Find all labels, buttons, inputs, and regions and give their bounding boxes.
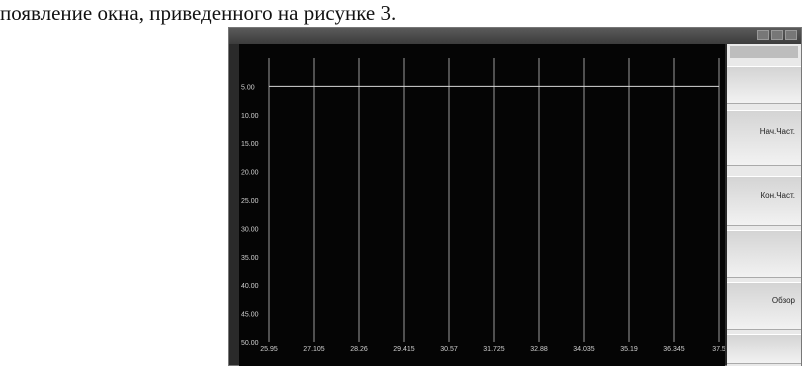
close-button[interactable] [785,30,797,40]
softkey-button[interactable]: Обзор [727,282,801,330]
softkey-label: Обзор [771,296,795,305]
y-tick-label: 30.00 [241,226,259,233]
softkey-button[interactable]: Кон.Част. [727,176,801,226]
sidebar-header [730,46,798,58]
softkey-label: Кон.Част. [760,191,795,200]
y-tick-label: 10.00 [241,113,259,120]
x-tick-label: 37.5 [712,346,725,353]
x-tick-label: 30.57 [440,346,458,353]
spectrum-plot[interactable]: 25.95 27.105 28.26 29.415 30.57 31.725 32.88 34… [239,44,725,366]
y-tick-label: 40.00 [241,283,259,290]
minimize-button[interactable] [757,30,769,40]
x-tick-label: 25.95 [260,346,278,353]
document-caption: появление окна, приведенного на рисунке … [0,1,397,25]
y-tick-label: 5.00 [241,84,255,91]
softkey-button[interactable] [727,230,801,278]
title-bar[interactable] [229,28,801,44]
x-tick-label: 34.035 [573,346,595,353]
y-tick-label: 50.00 [241,340,259,347]
y-tick-label: 45.00 [241,312,259,319]
x-tick-label: 31.725 [483,346,505,353]
y-tick-label: 15.00 [241,141,259,148]
spectrum-window: 25.95 27.105 28.26 29.415 30.57 31.725 32.88 34… [228,27,802,366]
x-tick-label: 32.88 [530,346,548,353]
y-tick-label: 25.00 [241,198,259,205]
y-tick-label: 35.00 [241,255,259,262]
x-tick-label: 36.345 [663,346,685,353]
x-tick-label: 35.19 [620,346,638,353]
x-tick-label: 29.415 [393,346,415,353]
softkey-button[interactable]: Нач.Част. [727,110,801,166]
softkey-label: Нач.Част. [759,127,795,136]
maximize-button[interactable] [771,30,783,40]
x-tick-label: 28.26 [350,346,368,353]
plot-grid: 25.95 27.105 28.26 29.415 30.57 31.725 32.88 34… [241,58,725,353]
softkey-sidebar: Нач.Част. Кон.Част. Обзор [727,44,801,366]
x-tick-label: 27.105 [303,346,325,353]
softkey-button[interactable] [727,334,801,364]
softkey-button[interactable] [727,66,801,104]
y-tick-label: 20.00 [241,170,259,177]
window-controls [757,30,797,40]
